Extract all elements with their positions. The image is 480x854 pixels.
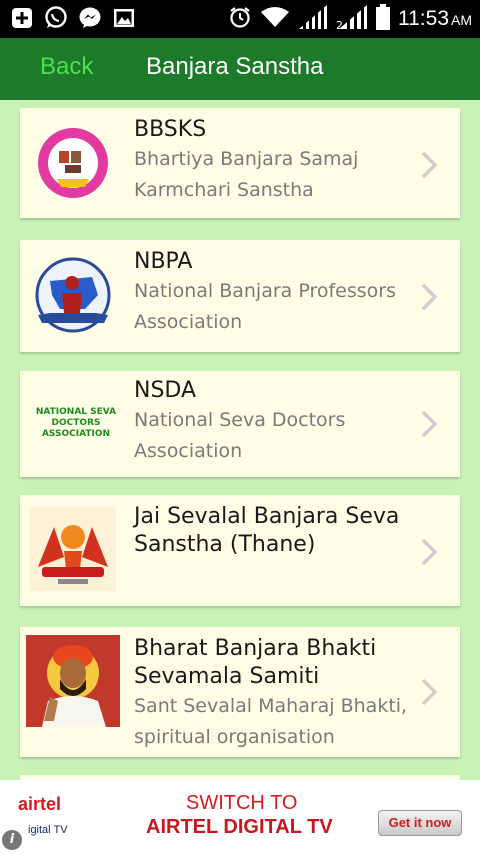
ad-headline-2: AIRTEL DIGITAL TV <box>146 816 333 838</box>
list-item-bharat-banjara[interactable]: Bharat Banjara Bhakti Sevamala Samiti Sa… <box>20 627 460 757</box>
item-fullname: Sant Sevalal Maharaj Bhakti, spiritual o… <box>134 695 408 748</box>
info-icon[interactable]: i <box>2 830 22 850</box>
get-it-now-button[interactable]: Get it now <box>378 810 462 836</box>
clock-ampm: AM <box>451 12 472 28</box>
bbsks-logo <box>30 120 116 206</box>
chevron-right-icon <box>421 410 438 438</box>
clock-time: 11:53 AM <box>398 7 472 30</box>
nsda-logo: NATIONAL SEVA DOCTORS ASSOCIATION <box>26 393 126 453</box>
item-abbr: NBPA <box>134 249 193 274</box>
item-abbr: Jai Sevalal Banjara Seva Sanstha (Thane) <box>134 504 400 557</box>
whatsapp-icon <box>44 6 68 30</box>
status-bar: 2 11:53 AM <box>0 0 480 38</box>
list-item-nsda[interactable]: NATIONAL SEVA DOCTORS ASSOCIATION NSDA N… <box>20 371 460 477</box>
item-abbr: NSDA <box>134 378 197 403</box>
signal-icon <box>298 4 328 34</box>
ad-headline-1: SWITCH TO <box>186 792 298 814</box>
wifi-icon <box>260 5 290 33</box>
nsda-logo-text: NATIONAL SEVA DOCTORS ASSOCIATION <box>35 406 117 439</box>
jai-sevalal-logo <box>30 507 116 591</box>
item-fullname: National Banjara Professors Association <box>134 280 397 333</box>
battery-icon <box>376 4 390 34</box>
list-item-bbsks[interactable]: BBSKS Bhartiya Banjara Samaj Karmchari S… <box>20 108 460 218</box>
page-title: Banjara Sanstha <box>146 53 324 80</box>
signal-2-icon: 2 <box>336 4 368 34</box>
back-button[interactable]: Back <box>40 53 93 81</box>
alarm-icon <box>228 5 252 33</box>
nbpa-logo <box>30 252 116 340</box>
chevron-right-icon <box>421 538 438 566</box>
chevron-right-icon <box>421 151 438 179</box>
item-abbr: Bharat Banjara Bhakti Sevamala Samiti <box>134 636 377 689</box>
plus-icon <box>10 6 34 30</box>
toolbar: Back Banjara Sanstha <box>0 38 480 100</box>
chevron-right-icon <box>421 678 438 706</box>
item-fullname: National Seva Doctors Association <box>134 409 346 462</box>
sanstha-list[interactable]: BBSKS Bhartiya Banjara Samaj Karmchari S… <box>0 100 480 780</box>
chevron-right-icon <box>421 283 438 311</box>
item-fullname: Bhartiya Banjara Samaj Karmchari Sanstha <box>134 148 359 201</box>
messenger-icon <box>78 6 102 30</box>
sevalal-maharaj-photo <box>26 635 120 727</box>
item-abbr: BBSKS <box>134 117 207 142</box>
list-item-nbpa[interactable]: NBPA National Banjara Professors Associa… <box>20 240 460 352</box>
gallery-icon <box>112 6 136 30</box>
ad-banner[interactable]: airtel igital TV SWITCH TO AIRTEL DIGITA… <box>0 780 480 854</box>
airtel-logo: airtel <box>18 794 62 814</box>
airtel-logo-sub: igital TV <box>28 824 68 836</box>
svg-text:2: 2 <box>336 19 343 30</box>
list-item-jai-sevalal[interactable]: Jai Sevalal Banjara Seva Sanstha (Thane) <box>20 495 460 606</box>
